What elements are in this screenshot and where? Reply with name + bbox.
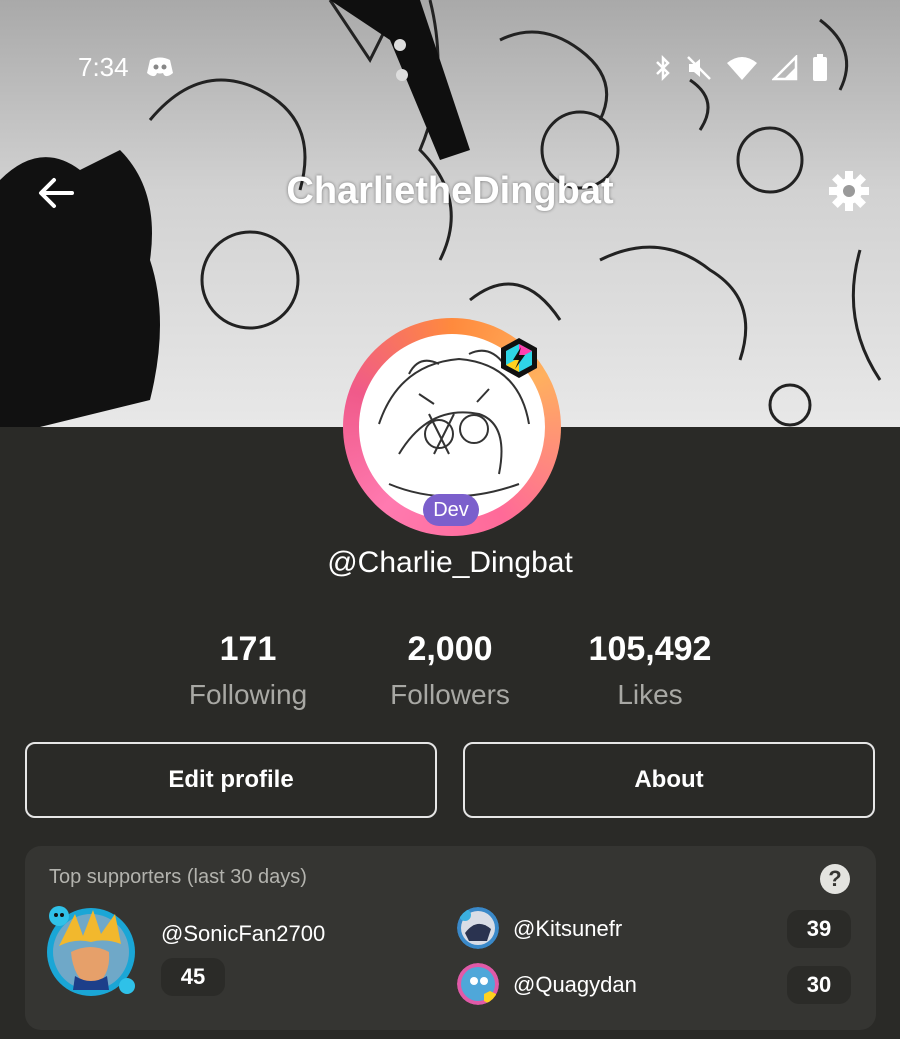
supporter-count: 45 [161,958,225,996]
supporter-name: @SonicFan2700 [161,921,326,946]
gear-icon [829,171,869,211]
supporters-title: Top supporters (last 30 days) [49,866,307,888]
page-title: CharlietheDingbat [286,170,614,212]
mute-icon [686,55,712,86]
settings-button[interactable] [826,168,872,214]
supporter-avatar [457,907,499,949]
profile-username: @Charlie_Dingbat [327,546,573,579]
header-bar: CharlietheDingbat [0,160,900,224]
dev-badge: Dev [423,494,479,526]
bluetooth-icon [654,54,672,87]
stat-label: Likes [617,679,683,710]
supporter-avatar [457,963,499,1005]
about-button[interactable]: About [463,742,875,818]
hex-badge-icon [497,336,541,385]
supporter-count: 39 [787,910,851,948]
supporter-count: 30 [787,966,851,1004]
discord-icon [146,56,174,83]
stat-likes[interactable]: 105,492 Likes [530,630,770,711]
supporter-name: @Kitsunefr [513,916,623,941]
signal-icon [770,53,798,86]
wifi-icon [726,55,758,86]
profile-avatar[interactable]: Dev [343,318,561,536]
stat-value: 105,492 [588,630,712,668]
supporter-avatar [47,906,135,996]
supporter-name: @Quagydan [513,972,637,997]
edit-profile-button[interactable]: Edit profile [25,742,437,818]
battery-icon [812,54,828,87]
status-bar: 7:34 [0,44,900,90]
top-supporters-card: Top supporters (last 30 days) ? @SonicFa… [25,846,876,1030]
status-time: 7:34 [78,52,129,82]
help-icon[interactable]: ? [820,864,850,894]
